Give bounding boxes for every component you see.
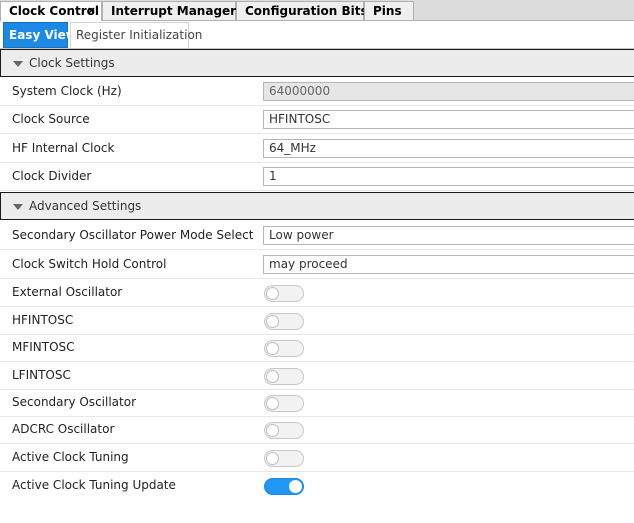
secondary-oscillator-power-label: Secondary Oscillator Power Mode Select	[12, 228, 254, 242]
clock-divider-label: Clock Divider	[12, 169, 92, 183]
external-oscillator-label: External Oscillator	[12, 285, 123, 299]
hfintosc-toggle[interactable]	[264, 313, 304, 330]
mfintosc-label: MFINTOSC	[12, 340, 75, 354]
toggle-knob	[266, 452, 279, 465]
toggle-row: Active Clock Tuning Update	[0, 472, 634, 500]
active-clock-tuning-update-toggle[interactable]	[264, 478, 304, 495]
toggle-row: Active Clock Tuning	[0, 444, 634, 472]
secondary-oscillator-label: Secondary Oscillator	[12, 395, 136, 409]
hfintosc-label: HFINTOSC	[12, 313, 74, 327]
clock-settings-title: Clock Settings	[29, 56, 115, 70]
collapse-triangle-icon	[13, 61, 23, 67]
secondary-oscillator-power-field[interactable]: Low power	[263, 226, 634, 245]
toggle-row: MFINTOSC	[0, 334, 634, 362]
clock-source-field[interactable]: HFINTOSC	[263, 110, 634, 129]
toggle-knob	[266, 424, 279, 437]
tab-interrupt-manager[interactable]: Interrupt Manager	[102, 1, 236, 20]
adcrc-oscillator-label: ADCRC Oscillator	[12, 422, 115, 436]
tab-pins[interactable]: Pins	[364, 1, 414, 20]
toggle-knob	[289, 480, 302, 493]
tab-clock-control[interactable]: Clock Control ×	[0, 1, 102, 21]
hf-internal-clock-label: HF Internal Clock	[12, 141, 115, 155]
clock-divider-field[interactable]: 1	[263, 167, 634, 186]
active-clock-tuning-update-label: Active Clock Tuning Update	[12, 478, 176, 492]
tab-register-initialization[interactable]: Register Initialization	[70, 22, 202, 48]
tab-clock-control-label: Clock Control	[9, 4, 100, 18]
tab-configuration-bits-label: Configuration Bits	[245, 4, 368, 18]
close-icon[interactable]: ×	[87, 2, 96, 20]
system-clock-label: System Clock (Hz)	[12, 84, 122, 98]
toggle-row: ADCRC Oscillator	[0, 416, 634, 444]
external-oscillator-toggle[interactable]	[264, 285, 304, 302]
system-clock-field: 64000000	[263, 82, 634, 101]
collapse-triangle-icon	[13, 204, 23, 210]
toggle-row: Secondary Oscillator	[0, 389, 634, 417]
tab-easy-view[interactable]: Easy View	[3, 22, 77, 48]
hf-internal-clock-row: HF Internal Clock 64_MHz	[0, 135, 634, 163]
clock-source-label: Clock Source	[12, 112, 90, 126]
mfintosc-toggle[interactable]	[264, 340, 304, 357]
toggle-knob	[266, 370, 279, 383]
view-tab-strip: Easy View Register Initialization	[0, 21, 634, 49]
advanced-settings-title: Advanced Settings	[29, 199, 142, 213]
editor-tab-strip: Clock Control × Interrupt Manager Config…	[0, 0, 634, 21]
lfintosc-label: LFINTOSC	[12, 368, 71, 382]
advanced-settings-header[interactable]: Advanced Settings	[0, 192, 634, 220]
hf-internal-clock-field[interactable]: 64_MHz	[263, 139, 634, 158]
tab-configuration-bits[interactable]: Configuration Bits	[236, 1, 368, 20]
active-clock-tuning-toggle[interactable]	[264, 450, 304, 467]
toggle-knob	[266, 342, 279, 355]
tab-interrupt-manager-label: Interrupt Manager	[111, 4, 237, 18]
system-clock-row: System Clock (Hz) 64000000	[0, 78, 634, 106]
toggle-knob	[266, 287, 279, 300]
toggle-row: LFINTOSC	[0, 362, 634, 390]
clock-switch-hold-label: Clock Switch Hold Control	[12, 257, 167, 271]
adcrc-oscillator-toggle[interactable]	[264, 422, 304, 439]
toggle-knob	[266, 397, 279, 410]
toggle-row: HFINTOSC	[0, 307, 634, 335]
lfintosc-toggle[interactable]	[264, 368, 304, 385]
clock-switch-hold-field[interactable]: may proceed	[263, 255, 634, 274]
clock-source-row: Clock Source HFINTOSC	[0, 106, 634, 134]
toggle-knob	[266, 315, 279, 328]
secondary-oscillator-toggle[interactable]	[264, 395, 304, 412]
toggle-row: External Oscillator	[0, 279, 634, 307]
tab-pins-label: Pins	[373, 4, 402, 18]
clock-divider-row: Clock Divider 1	[0, 163, 634, 191]
secondary-oscillator-power-row: Secondary Oscillator Power Mode Select L…	[0, 222, 634, 250]
active-clock-tuning-label: Active Clock Tuning	[12, 450, 129, 464]
clock-settings-header[interactable]: Clock Settings	[0, 49, 634, 77]
clock-switch-hold-row: Clock Switch Hold Control may proceed	[0, 251, 634, 279]
